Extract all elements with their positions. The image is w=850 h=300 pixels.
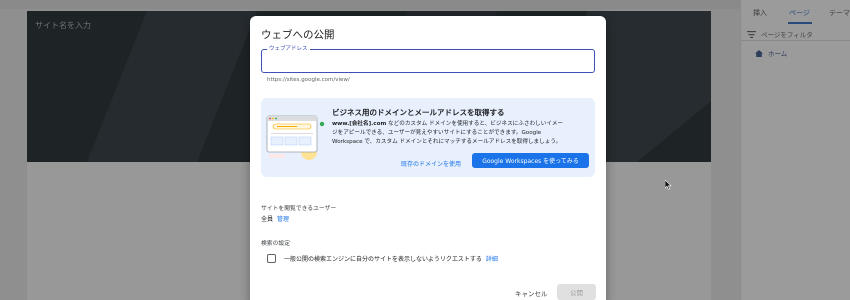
tab-insert[interactable]: 挿入 xyxy=(753,8,767,18)
web-address-label: ウェブアドレス xyxy=(267,44,310,52)
site-name-input[interactable]: サイト名を入力 xyxy=(35,20,91,31)
web-address-input[interactable] xyxy=(266,54,586,68)
try-google-workspace-button[interactable]: Google Workspaces を使ってみる xyxy=(472,153,589,168)
promo-body-text-1: などのカスタム ドメインを使用すると、ビジネスにふさわしいイメー xyxy=(386,121,564,127)
right-panel: 挿入 ページ テーマ ページをフィルタ ホーム xyxy=(740,0,850,300)
manage-link[interactable]: 管理 xyxy=(277,216,289,223)
hide-from-search-checkbox[interactable] xyxy=(267,254,276,263)
hide-from-search-row: 一般公開の検索エンジンに自分のサイトを表示しないようリクエストする 詳細 xyxy=(284,254,498,263)
page-item-home[interactable]: ホーム xyxy=(755,48,787,58)
use-existing-domain-button[interactable]: 既存のドメインを使用 xyxy=(399,156,463,171)
publish-dialog: ウェブへの公開 ウェブアドレス https://sites.google.com… xyxy=(250,16,606,300)
browser-illustration-icon xyxy=(266,115,325,160)
active-tab-indicator xyxy=(788,22,812,24)
promo-body: www.[会社名].com などのカスタム ドメインを使用すると、ビジネスにふさ… xyxy=(332,120,590,147)
hide-from-search-label: 一般公開の検索エンジンに自分のサイトを表示しないようリクエストする xyxy=(284,256,482,263)
editor-top-strip xyxy=(0,0,740,9)
details-link[interactable]: 詳細 xyxy=(486,256,498,263)
right-panel-tabs: 挿入 ページ テーマ xyxy=(741,0,850,24)
panel-divider xyxy=(741,40,850,41)
web-address-hint: https://sites.google.com/view/ xyxy=(267,77,350,83)
filter-icon xyxy=(747,30,756,38)
domain-promo-card: ビジネス用のドメインとメールアドレスを取得する www.[会社名].com など… xyxy=(261,98,595,177)
viewers-label: サイトを閲覧できるユーザー xyxy=(261,206,337,212)
search-settings-label: 検索の設定 xyxy=(261,241,290,247)
mouse-cursor-icon xyxy=(665,180,672,190)
promo-body-text-2: ジをアピールできる、ユーザーが見えやすいサイトにすることができます。Google xyxy=(332,130,542,136)
home-icon xyxy=(755,49,763,57)
publish-button[interactable]: 公開 xyxy=(557,284,596,300)
page-item-label: ホーム xyxy=(768,50,788,58)
page-filter[interactable]: ページをフィルタ xyxy=(747,29,813,39)
tab-themes[interactable]: テーマ xyxy=(829,8,850,18)
filter-label: ページをフィルタ xyxy=(761,31,813,39)
promo-title: ビジネス用のドメインとメールアドレスを取得する xyxy=(332,108,505,117)
viewers-row: 全員 管理 xyxy=(261,214,289,223)
cancel-button[interactable]: キャンセル xyxy=(512,286,551,300)
promo-body-text-3: Workspace で、カスタム ドメインとそれにマッチするメールアドレスを取得… xyxy=(332,139,562,145)
viewers-value: 全員 xyxy=(261,216,274,223)
dialog-title: ウェブへの公開 xyxy=(261,29,335,41)
tab-pages[interactable]: ページ xyxy=(789,8,810,18)
promo-body-domain: www.[会社名].com xyxy=(332,121,387,127)
web-address-field[interactable]: ウェブアドレス xyxy=(261,44,595,73)
